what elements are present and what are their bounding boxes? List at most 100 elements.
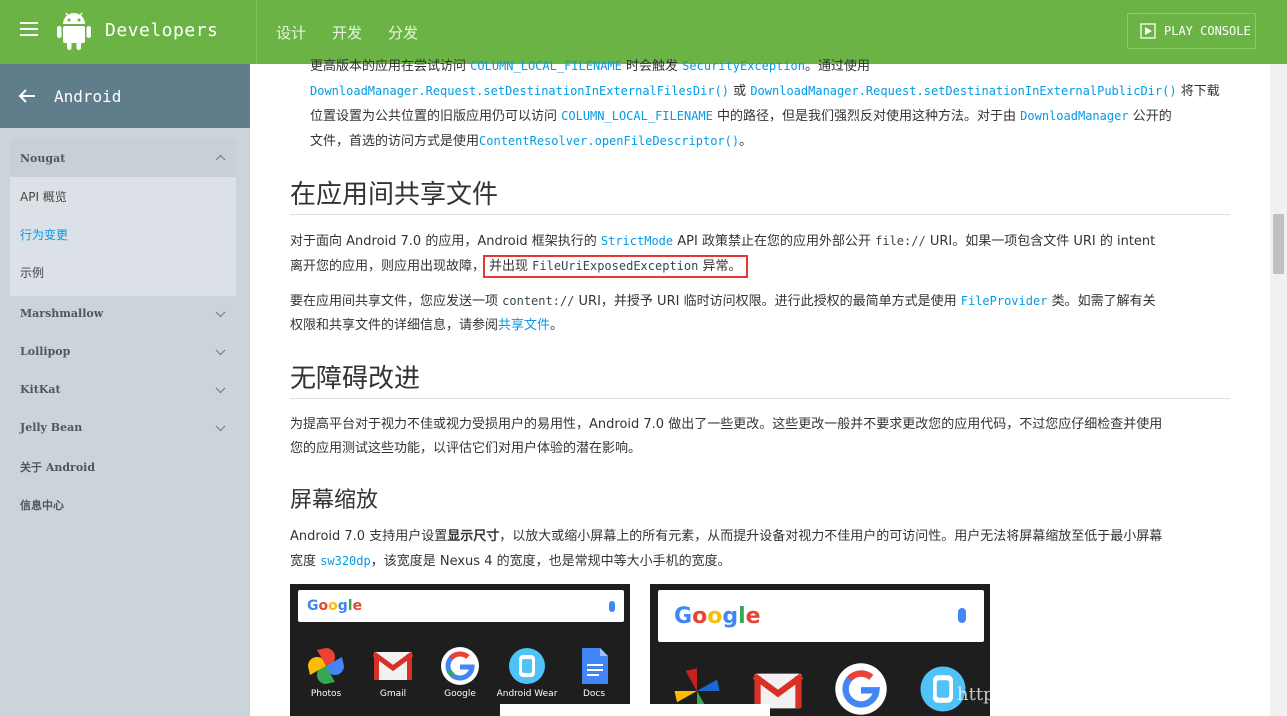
top-nav: 设计 开发 分发 xyxy=(276,22,418,43)
menu-icon[interactable] xyxy=(20,22,38,36)
header-divider xyxy=(256,0,257,64)
code-set-destination-public-dir[interactable]: DownloadManager.Request.setDestinationIn… xyxy=(750,84,1176,98)
app-google: Google xyxy=(437,646,483,699)
text: 对于面向 Android 7.0 的应用，Android 框架执行的 xyxy=(290,234,597,249)
gmail-icon xyxy=(372,651,414,680)
sidebar-item-dashboards[interactable]: 信息中心 xyxy=(20,497,230,513)
sidebar-item-kitkat[interactable]: KitKat xyxy=(20,382,230,396)
text: 。通过使用 xyxy=(805,59,871,74)
android-wear-icon xyxy=(509,648,545,684)
link-sharing-files[interactable]: 共享文件 xyxy=(498,318,550,333)
sidebar-item-lollipop[interactable]: Lollipop xyxy=(20,344,230,358)
watermark: https://blog.csdn.net/u013245224 xyxy=(957,684,1266,705)
bold-display-size: 显示尺寸 xyxy=(447,529,500,544)
sidebar-row-label: KitKat xyxy=(20,383,61,396)
chevron-down-icon xyxy=(215,420,226,431)
nav-design[interactable]: 设计 xyxy=(276,22,306,43)
sidebar-header[interactable]: Android xyxy=(0,64,250,128)
code-set-destination-files-dir[interactable]: DownloadManager.Request.setDestinationIn… xyxy=(310,84,729,98)
sidebar-group-header[interactable]: Nougat xyxy=(10,139,236,177)
text: 离开您的应用，则应用出现故障， xyxy=(290,259,486,274)
google-g-icon xyxy=(441,647,479,685)
play-console-button[interactable]: PLAY CONSOLE xyxy=(1127,13,1256,49)
app-label: Android Wear xyxy=(496,689,558,699)
text: 更高版本的应用在尝试访问 xyxy=(310,59,467,74)
app-label: Google xyxy=(444,689,476,699)
chevron-up-icon xyxy=(215,154,226,165)
code-column-local-filename[interactable]: COLUMN_LOCAL_FILENAME xyxy=(470,59,622,73)
scrollbar-thumb[interactable] xyxy=(1273,214,1284,274)
text: 将下载 xyxy=(1180,84,1220,99)
code-sw320dp[interactable]: sw320dp xyxy=(320,554,371,568)
sidebar-item-api-overview[interactable]: API 概览 xyxy=(20,188,67,205)
text: URI，并授予 URI 临时访问权限。进行此授权的最简单方式是使用 xyxy=(578,294,957,309)
play-console-label: PLAY CONSOLE xyxy=(1164,24,1251,38)
nav-develop[interactable]: 开发 xyxy=(332,22,362,43)
code-column-local-filename[interactable]: COLUMN_LOCAL_FILENAME xyxy=(561,109,713,123)
google-logo: Google xyxy=(307,598,362,614)
google-logo-letter: g xyxy=(722,603,739,629)
intro-paragraph: 更高版本的应用在尝试访问 COLUMN_LOCAL_FILENAME 时会触发 … xyxy=(310,54,1230,154)
sidebar-row-label: Marshmallow xyxy=(20,307,104,320)
chevron-down-icon xyxy=(215,382,226,393)
microphone-icon xyxy=(609,601,615,612)
code-fileprovider[interactable]: FileProvider xyxy=(961,294,1048,308)
text: 类。如需了解有关 xyxy=(1051,294,1156,309)
sidebar-row-label: Lollipop xyxy=(20,345,71,358)
code-security-exception[interactable]: SecurityException xyxy=(682,59,805,73)
text: 位置设置为公共位置的旧版应用仍可以访问 xyxy=(310,109,558,124)
text: ，以放大或缩小屏幕上的所有元素，从而提升设备对视力不佳用户的可访问性。用户无法将… xyxy=(499,529,1163,544)
text: 宽度 xyxy=(290,554,317,569)
site-brand[interactable]: Developers xyxy=(105,20,218,41)
divider xyxy=(290,398,1230,399)
text: 时会触发 xyxy=(626,59,679,74)
nav-distribute[interactable]: 分发 xyxy=(388,22,418,43)
accessibility-paragraph: 为提高平台对于视力不佳或视力受损用户的易用性，Android 7.0 做出了一些… xyxy=(290,413,1230,461)
play-console-icon xyxy=(1140,23,1156,39)
docs-icon xyxy=(582,648,608,684)
sidebar-item-samples[interactable]: 示例 xyxy=(20,264,44,281)
share-paragraph-1: 对于面向 Android 7.0 的应用，Android 框架执行的 Stric… xyxy=(290,229,1230,279)
code-download-manager[interactable]: DownloadManager xyxy=(1020,109,1128,123)
app-docs: Docs xyxy=(574,646,614,699)
back-arrow-icon[interactable] xyxy=(18,88,36,104)
google-logo-letter: G xyxy=(307,598,319,614)
sidebar-item-jelly-bean[interactable]: Jelly Bean xyxy=(20,420,230,434)
sidebar-row-label: Jelly Bean xyxy=(20,421,83,434)
text: 公开的 xyxy=(1132,109,1172,124)
app-photos: Photos xyxy=(306,646,346,699)
google-search-bar: Google xyxy=(298,590,624,622)
text: 或 xyxy=(733,84,747,99)
google-logo-letter: e xyxy=(352,598,363,614)
app-label: Gmail xyxy=(379,689,407,699)
text: 。 xyxy=(550,318,564,333)
photos-icon xyxy=(308,648,344,684)
text: 中的路径，但是我们强烈反对使用这种方法。对于由 xyxy=(717,109,1017,124)
zoom-paragraph: Android 7.0 支持用户设置显示尺寸，以放大或缩小屏幕上的所有元素，从而… xyxy=(290,525,1230,574)
google-g-icon xyxy=(835,663,887,715)
text: 文件，首选的访问方式是使用 xyxy=(310,134,480,149)
google-logo-letter: g xyxy=(337,598,348,614)
text: 并出现 xyxy=(489,259,529,274)
google-logo-letter: e xyxy=(745,603,761,629)
code-content-scheme: content:// xyxy=(502,294,575,308)
chevron-down-icon xyxy=(215,344,226,355)
code-file-uri-exposed-exception: FileUriExposedException xyxy=(532,259,699,273)
heading-accessibility: 无障碍改进 xyxy=(290,364,421,394)
text: ，该宽度是 Nexus 4 的宽度，也是常规中等大小手机的宽度。 xyxy=(370,554,731,569)
text: 您的应用测试这些功能，以评估它们对用户体验的潜在影响。 xyxy=(290,441,642,456)
sidebar-item-about-android[interactable]: 关于 Android xyxy=(20,459,230,475)
text: 要在应用间共享文件，您应发送一项 xyxy=(290,294,499,309)
android-logo-icon[interactable] xyxy=(57,12,91,50)
app-gmail: Gmail xyxy=(371,646,415,699)
screenshot-default-zoom: Google Photos Gmail Google Android Wear … xyxy=(290,584,630,716)
code-strictmode[interactable]: StrictMode xyxy=(601,234,673,248)
google-logo-letter: l xyxy=(738,603,746,629)
vertical-scrollbar[interactable] xyxy=(1270,64,1287,716)
code-open-file-descriptor[interactable]: ContentResolver.openFileDescriptor() xyxy=(479,134,739,148)
sidebar: Android Nougat API 概览 行为变更 示例 Marshmallo… xyxy=(0,64,250,716)
google-logo-letter: o xyxy=(328,598,338,614)
sidebar-item-behavior-changes[interactable]: 行为变更 xyxy=(20,226,68,243)
sidebar-item-marshmallow[interactable]: Marshmallow xyxy=(20,306,230,320)
google-logo-letter: o xyxy=(692,603,708,629)
